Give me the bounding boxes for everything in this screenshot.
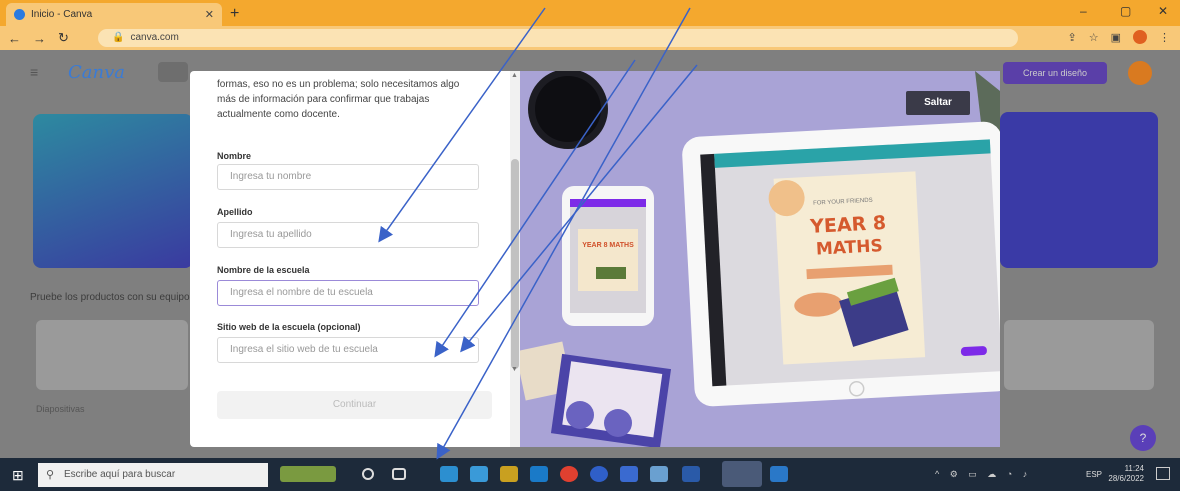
browser-app-icon[interactable] [590, 466, 608, 482]
tab-title: Inicio - Canva [31, 9, 93, 20]
maximize-button[interactable]: ▢ [1120, 4, 1131, 18]
system-tray-icons[interactable]: ^ ⚙ ▭ ☁ ◔ ♪ [935, 469, 1031, 480]
modal-illustration-panel: YEAR 8 MATHS FOR YOUR FRIENDS YEAR 8 MAT… [520, 71, 1000, 447]
section-title: Pruebe los productos con su equipo [30, 292, 190, 303]
toolbar-icons: ⇪ ☆ ▣ ⋮ [1068, 30, 1170, 44]
form-scrollbar[interactable]: ▲ ▼ [510, 71, 520, 447]
first-name-input[interactable]: Ingresa tu nombre [217, 164, 479, 190]
new-tab-button[interactable]: + [230, 5, 239, 23]
active-chrome-taskbar-button[interactable] [722, 461, 762, 487]
clock[interactable]: 11:24 28/6/2022 [1108, 464, 1144, 484]
school-name-input[interactable]: Ingresa el nombre de tu escuela [217, 280, 479, 306]
teacher-verification-form: formas, eso no es un problema; solo nece… [190, 71, 520, 447]
store-icon[interactable] [470, 466, 488, 482]
template-card-label: Diapositivas [36, 404, 85, 414]
task-view-icon[interactable] [392, 468, 406, 480]
nav-item[interactable] [158, 62, 188, 82]
search-icon: ⚲ [46, 469, 55, 481]
file-explorer-icon[interactable] [500, 466, 518, 482]
app-icon[interactable] [620, 466, 638, 482]
poster-subject-text: MATHS [815, 236, 883, 259]
minimize-button[interactable]: – [1080, 4, 1087, 18]
windows-start-icon[interactable]: ⊞ [12, 467, 24, 484]
scrollbar-thumb[interactable] [511, 159, 519, 369]
hamburger-menu-icon[interactable]: ≡ [30, 64, 38, 80]
school-website-label: Sitio web de la escuela (opcional) [217, 322, 361, 332]
hero-banner-right [1000, 112, 1158, 268]
chrome-icon[interactable] [560, 466, 578, 482]
reload-icon[interactable]: ↻ [58, 30, 69, 46]
windows-taskbar: ⊞ ⚲ Escribe aquí para buscar ^ ⚙ ▭ ☁ ◔ ♪ … [0, 458, 1180, 491]
browser-tab[interactable]: Inicio - Canva ✕ [6, 3, 222, 26]
language-indicator[interactable]: ESP [1086, 470, 1102, 479]
app-icon[interactable] [682, 466, 700, 482]
first-name-label: Nombre [217, 151, 252, 161]
continue-button[interactable]: Continuar [217, 391, 492, 419]
skip-button[interactable]: Saltar [906, 91, 970, 115]
last-name-label: Apellido [217, 207, 253, 217]
close-window-button[interactable]: ✕ [1158, 4, 1168, 18]
url-text: canva.com [130, 32, 179, 43]
phone-poster-text: YEAR 8 MATHS [582, 242, 634, 249]
edge-icon[interactable] [440, 466, 458, 482]
clock-date: 28/6/2022 [1108, 474, 1144, 483]
taskbar-news-widget[interactable] [280, 466, 336, 482]
taskbar-search-input[interactable]: ⚲ Escribe aquí para buscar [38, 463, 268, 487]
tab-close-icon[interactable]: ✕ [205, 8, 214, 21]
scroll-down-icon[interactable]: ▼ [511, 366, 518, 373]
word-icon[interactable] [770, 466, 788, 482]
star-icon[interactable]: ☆ [1089, 31, 1099, 44]
template-card[interactable] [36, 320, 188, 390]
school-website-input[interactable]: Ingresa el sitio web de tu escuela [217, 337, 479, 363]
clock-time: 11:24 [1124, 464, 1144, 473]
create-design-button[interactable]: Crear un diseño [1003, 62, 1107, 84]
intro-text: formas, eso no es un problema; solo nece… [217, 79, 460, 120]
cortana-icon[interactable] [362, 468, 374, 480]
taskbar-search-placeholder: Escribe aquí para buscar [64, 469, 176, 480]
canva-logo[interactable]: Canva [68, 62, 125, 83]
mail-icon[interactable] [530, 466, 548, 482]
kebab-menu-icon[interactable]: ⋮ [1159, 31, 1170, 44]
app-icon[interactable] [650, 466, 668, 482]
school-name-label: Nombre de la escuela [217, 265, 310, 275]
sidepanel-icon[interactable]: ▣ [1111, 31, 1121, 44]
share-icon[interactable]: ⇪ [1068, 31, 1077, 44]
back-icon[interactable]: ← [8, 31, 21, 46]
desk-illustration: YEAR 8 MATHS FOR YOUR FRIENDS YEAR 8 MAT… [520, 71, 1000, 447]
last-name-input[interactable]: Ingresa tu apellido [217, 222, 479, 248]
poster-year-text: YEAR 8 [809, 212, 887, 238]
scroll-up-icon[interactable]: ▲ [511, 72, 518, 79]
notifications-icon[interactable] [1156, 467, 1170, 480]
template-card[interactable] [1004, 320, 1154, 390]
hero-banner [33, 114, 193, 268]
forward-icon[interactable]: → [33, 31, 46, 46]
profile-icon[interactable] [1133, 30, 1147, 44]
address-bar[interactable]: 🔒 canva.com [98, 29, 1018, 47]
lock-icon: 🔒 [112, 32, 125, 43]
canva-favicon-icon [14, 9, 25, 20]
help-button[interactable]: ? [1130, 425, 1156, 451]
avatar[interactable] [1128, 61, 1152, 85]
browser-tabstrip: Inicio - Canva ✕ + – ▢ ✕ [0, 0, 1180, 26]
